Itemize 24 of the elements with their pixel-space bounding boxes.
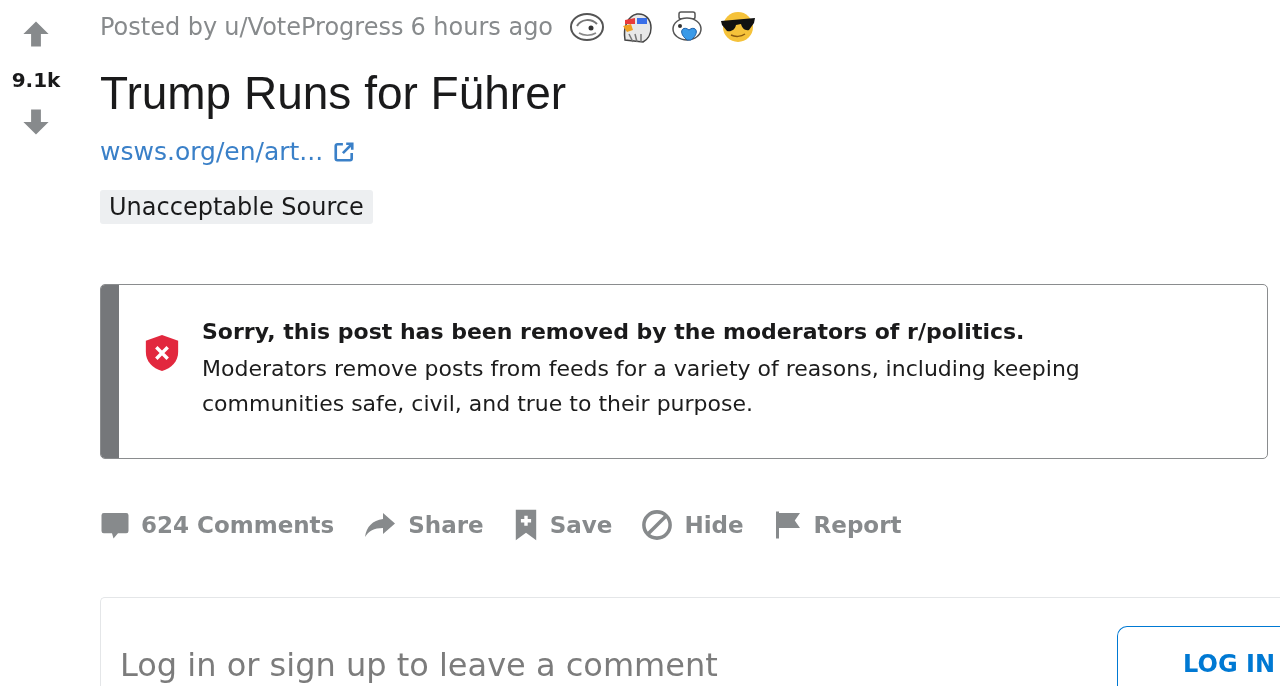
report-button[interactable]: Report [770, 505, 904, 545]
post-time-link[interactable]: 6 hours ago [410, 12, 554, 42]
log-in-button[interactable]: LOG IN [1117, 626, 1280, 686]
speech-bubble-icon [100, 510, 130, 540]
external-link-icon [333, 141, 356, 163]
removal-explanation: Moderators remove posts from feeds for a variety of reasons, including keeping communities safe, civil, and true to their purpose. [202, 355, 1081, 418]
vote-score: 9.1k [11, 68, 61, 92]
round-face-icon [569, 11, 606, 43]
post-flair: Unacceptable Source [100, 190, 373, 224]
hide-icon [641, 509, 674, 541]
share-button[interactable]: Share [361, 505, 486, 545]
shield-x-icon [143, 333, 181, 373]
external-link[interactable]: wsws.org/en/art... [100, 137, 356, 167]
downvote-arrow-icon[interactable] [22, 108, 50, 136]
upvote-arrow-icon[interactable] [22, 20, 50, 48]
comments-button[interactable]: 624 Comments [98, 505, 337, 545]
hide-button[interactable]: Hide [639, 505, 746, 545]
save-button[interactable]: Save [510, 505, 615, 545]
removal-heading: Sorry, this post has been removed by the moderators of r/politics. [202, 318, 1025, 346]
post-title[interactable]: Trump Runs for Führer [100, 68, 567, 118]
comment-prompt-text: Log in or sign up to leave a comment [120, 645, 718, 685]
sunglasses-emoji-icon [719, 10, 758, 44]
author-link[interactable]: u/VoteProgress [224, 12, 404, 42]
posted-by-label: Posted by [100, 12, 218, 42]
